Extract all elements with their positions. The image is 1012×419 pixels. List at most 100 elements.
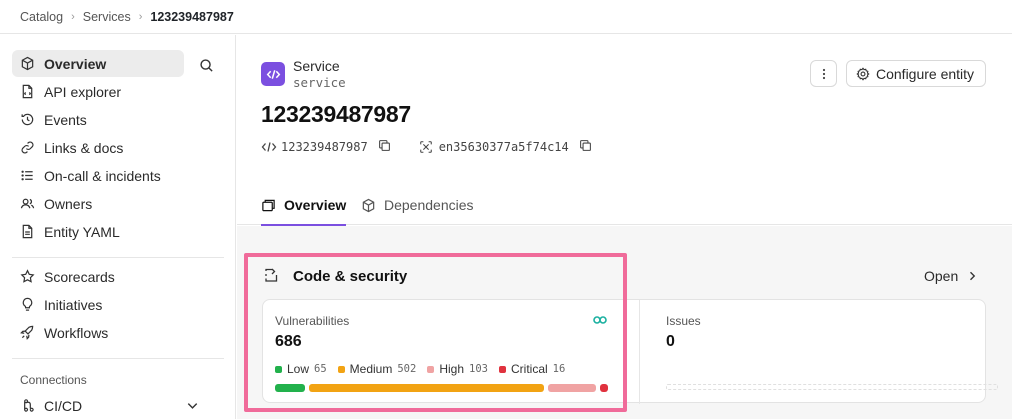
- sidebar-item-label: Workflows: [44, 324, 109, 341]
- users-icon: [20, 198, 35, 209]
- page-title: 123239487987: [261, 101, 411, 127]
- list-icon: [21, 170, 33, 181]
- kebab-icon: [822, 68, 825, 79]
- sidebar-divider: [12, 257, 224, 258]
- tab-overview[interactable]: Overview: [261, 185, 347, 226]
- sidebar-item-owners[interactable]: Owners: [12, 190, 184, 217]
- issues-bar-empty: [666, 384, 998, 390]
- sidebar: Overview API explorer Events Links & doc…: [0, 35, 236, 419]
- copy-id-button[interactable]: [579, 139, 592, 155]
- issues-label: Issues: [666, 314, 701, 328]
- sidebar-item-label: CI/CD: [44, 397, 83, 414]
- panel-divider: [639, 300, 640, 404]
- rocket-icon: [20, 325, 34, 340]
- chevron-down-icon: [187, 403, 198, 409]
- cicd-icon: [24, 399, 34, 412]
- gear-icon: [856, 66, 870, 81]
- configure-entity-button[interactable]: Configure entity: [846, 60, 986, 87]
- file-icon: [22, 224, 33, 239]
- breadcrumb-services[interactable]: Services: [83, 10, 131, 24]
- sidebar-item-label: Entity YAML: [44, 223, 120, 240]
- entity-type-label: Service: [293, 58, 340, 74]
- more-actions-button[interactable]: [810, 60, 837, 87]
- code-icon: [261, 142, 277, 152]
- sidebar-item-label: On-call & incidents: [44, 167, 161, 184]
- sidebar-item-label: Scorecards: [44, 268, 115, 285]
- window-icon: [262, 199, 275, 211]
- legend-swatch: [498, 365, 506, 373]
- legend-medium: Medium 502: [337, 362, 417, 376]
- legend-high: High 103: [427, 362, 488, 376]
- legend-swatch: [337, 365, 345, 373]
- bar-critical: [600, 384, 608, 392]
- sidebar-item-scorecards[interactable]: Scorecards: [12, 263, 184, 290]
- legend-low: Low 65: [275, 362, 327, 376]
- code-icon: [266, 69, 280, 79]
- sidebar-item-on-call[interactable]: On-call & incidents: [12, 162, 184, 189]
- id-icon: [419, 141, 432, 153]
- main-content: Service service Configure entity 1232394…: [237, 35, 1012, 419]
- sidebar-item-label: Links & docs: [44, 139, 124, 156]
- code-security-icon: [265, 268, 278, 282]
- legend-critical: Critical 16: [498, 362, 566, 376]
- tab-label: Dependencies: [384, 197, 474, 213]
- bar-medium: [309, 384, 544, 392]
- legend-count: 16: [552, 363, 566, 375]
- sidebar-item-entity-yaml[interactable]: Entity YAML: [12, 218, 184, 245]
- sidebar-item-label: Owners: [44, 195, 93, 212]
- breadcrumb: Catalog › Services › 123239487987: [0, 0, 1012, 34]
- service-type-icon: [261, 62, 285, 86]
- copy-tag-button[interactable]: [378, 139, 391, 155]
- copy-icon: [579, 140, 591, 151]
- legend-label: Low: [287, 362, 310, 376]
- sidebar-item-initiatives[interactable]: Initiatives: [12, 291, 184, 318]
- sidebar-divider: [12, 358, 224, 359]
- chevron-right-icon: ›: [71, 10, 75, 23]
- open-code-security-link[interactable]: Open: [924, 268, 978, 284]
- sidebar-item-workflows[interactable]: Workflows: [12, 319, 184, 346]
- star-icon: [20, 269, 35, 283]
- cube-icon: [362, 198, 375, 212]
- sidebar-item-links-docs[interactable]: Links & docs: [12, 134, 184, 161]
- legend-count: 65: [314, 363, 327, 375]
- code-security-panel: Vulnerabilities 686 Low 65 Medium 502 Hi…: [262, 299, 998, 404]
- card-title: Code & security: [293, 268, 408, 285]
- link-icon: [21, 141, 34, 154]
- breadcrumb-current: 123239487987: [150, 9, 234, 24]
- sidebar-item-events[interactable]: Events: [12, 106, 184, 133]
- issues-count: 0: [666, 333, 675, 350]
- vulnerabilities-count: 686: [275, 333, 302, 350]
- tab-bar: Overview Dependencies: [237, 185, 1012, 226]
- bar-high: [548, 384, 596, 392]
- legend-swatch: [427, 365, 435, 373]
- api-doc-icon: [22, 84, 33, 99]
- cube-icon: [21, 56, 34, 71]
- copy-icon: [378, 140, 390, 151]
- legend-count: 502: [397, 363, 417, 375]
- legend-label: Medium: [349, 362, 393, 376]
- history-icon: [21, 113, 34, 126]
- open-link-label: Open: [924, 268, 959, 284]
- chevron-right-icon: ›: [138, 10, 143, 23]
- tab-label: Overview: [284, 197, 347, 213]
- configure-entity-label: Configure entity: [876, 65, 975, 82]
- legend-label: Critical: [510, 362, 548, 376]
- sidebar-item-cicd[interactable]: CI/CD: [12, 392, 224, 419]
- entity-type-key: service: [293, 75, 346, 90]
- section-label-connections: Connections: [20, 373, 87, 387]
- entity-tag: 123239487987: [281, 140, 368, 154]
- bar-low: [275, 384, 305, 392]
- sidebar-item-overview[interactable]: Overview: [12, 50, 184, 77]
- vulnerability-legend: Low 65 Medium 502 High 103 Critical 16: [275, 362, 576, 376]
- sidebar-search-button[interactable]: [196, 55, 216, 75]
- bulb-icon: [22, 297, 33, 311]
- sidebar-item-label: Overview: [44, 55, 107, 72]
- sidebar-item-api-explorer[interactable]: API explorer: [12, 78, 184, 105]
- vulnerabilities-label: Vulnerabilities: [275, 314, 350, 328]
- integration-link-icon[interactable]: [592, 315, 608, 325]
- tab-dependencies[interactable]: Dependencies: [361, 185, 474, 225]
- sidebar-item-label: API explorer: [44, 83, 122, 100]
- legend-label: High: [439, 362, 465, 376]
- breadcrumb-catalog[interactable]: Catalog: [20, 10, 63, 24]
- sidebar-item-label: Initiatives: [44, 296, 103, 313]
